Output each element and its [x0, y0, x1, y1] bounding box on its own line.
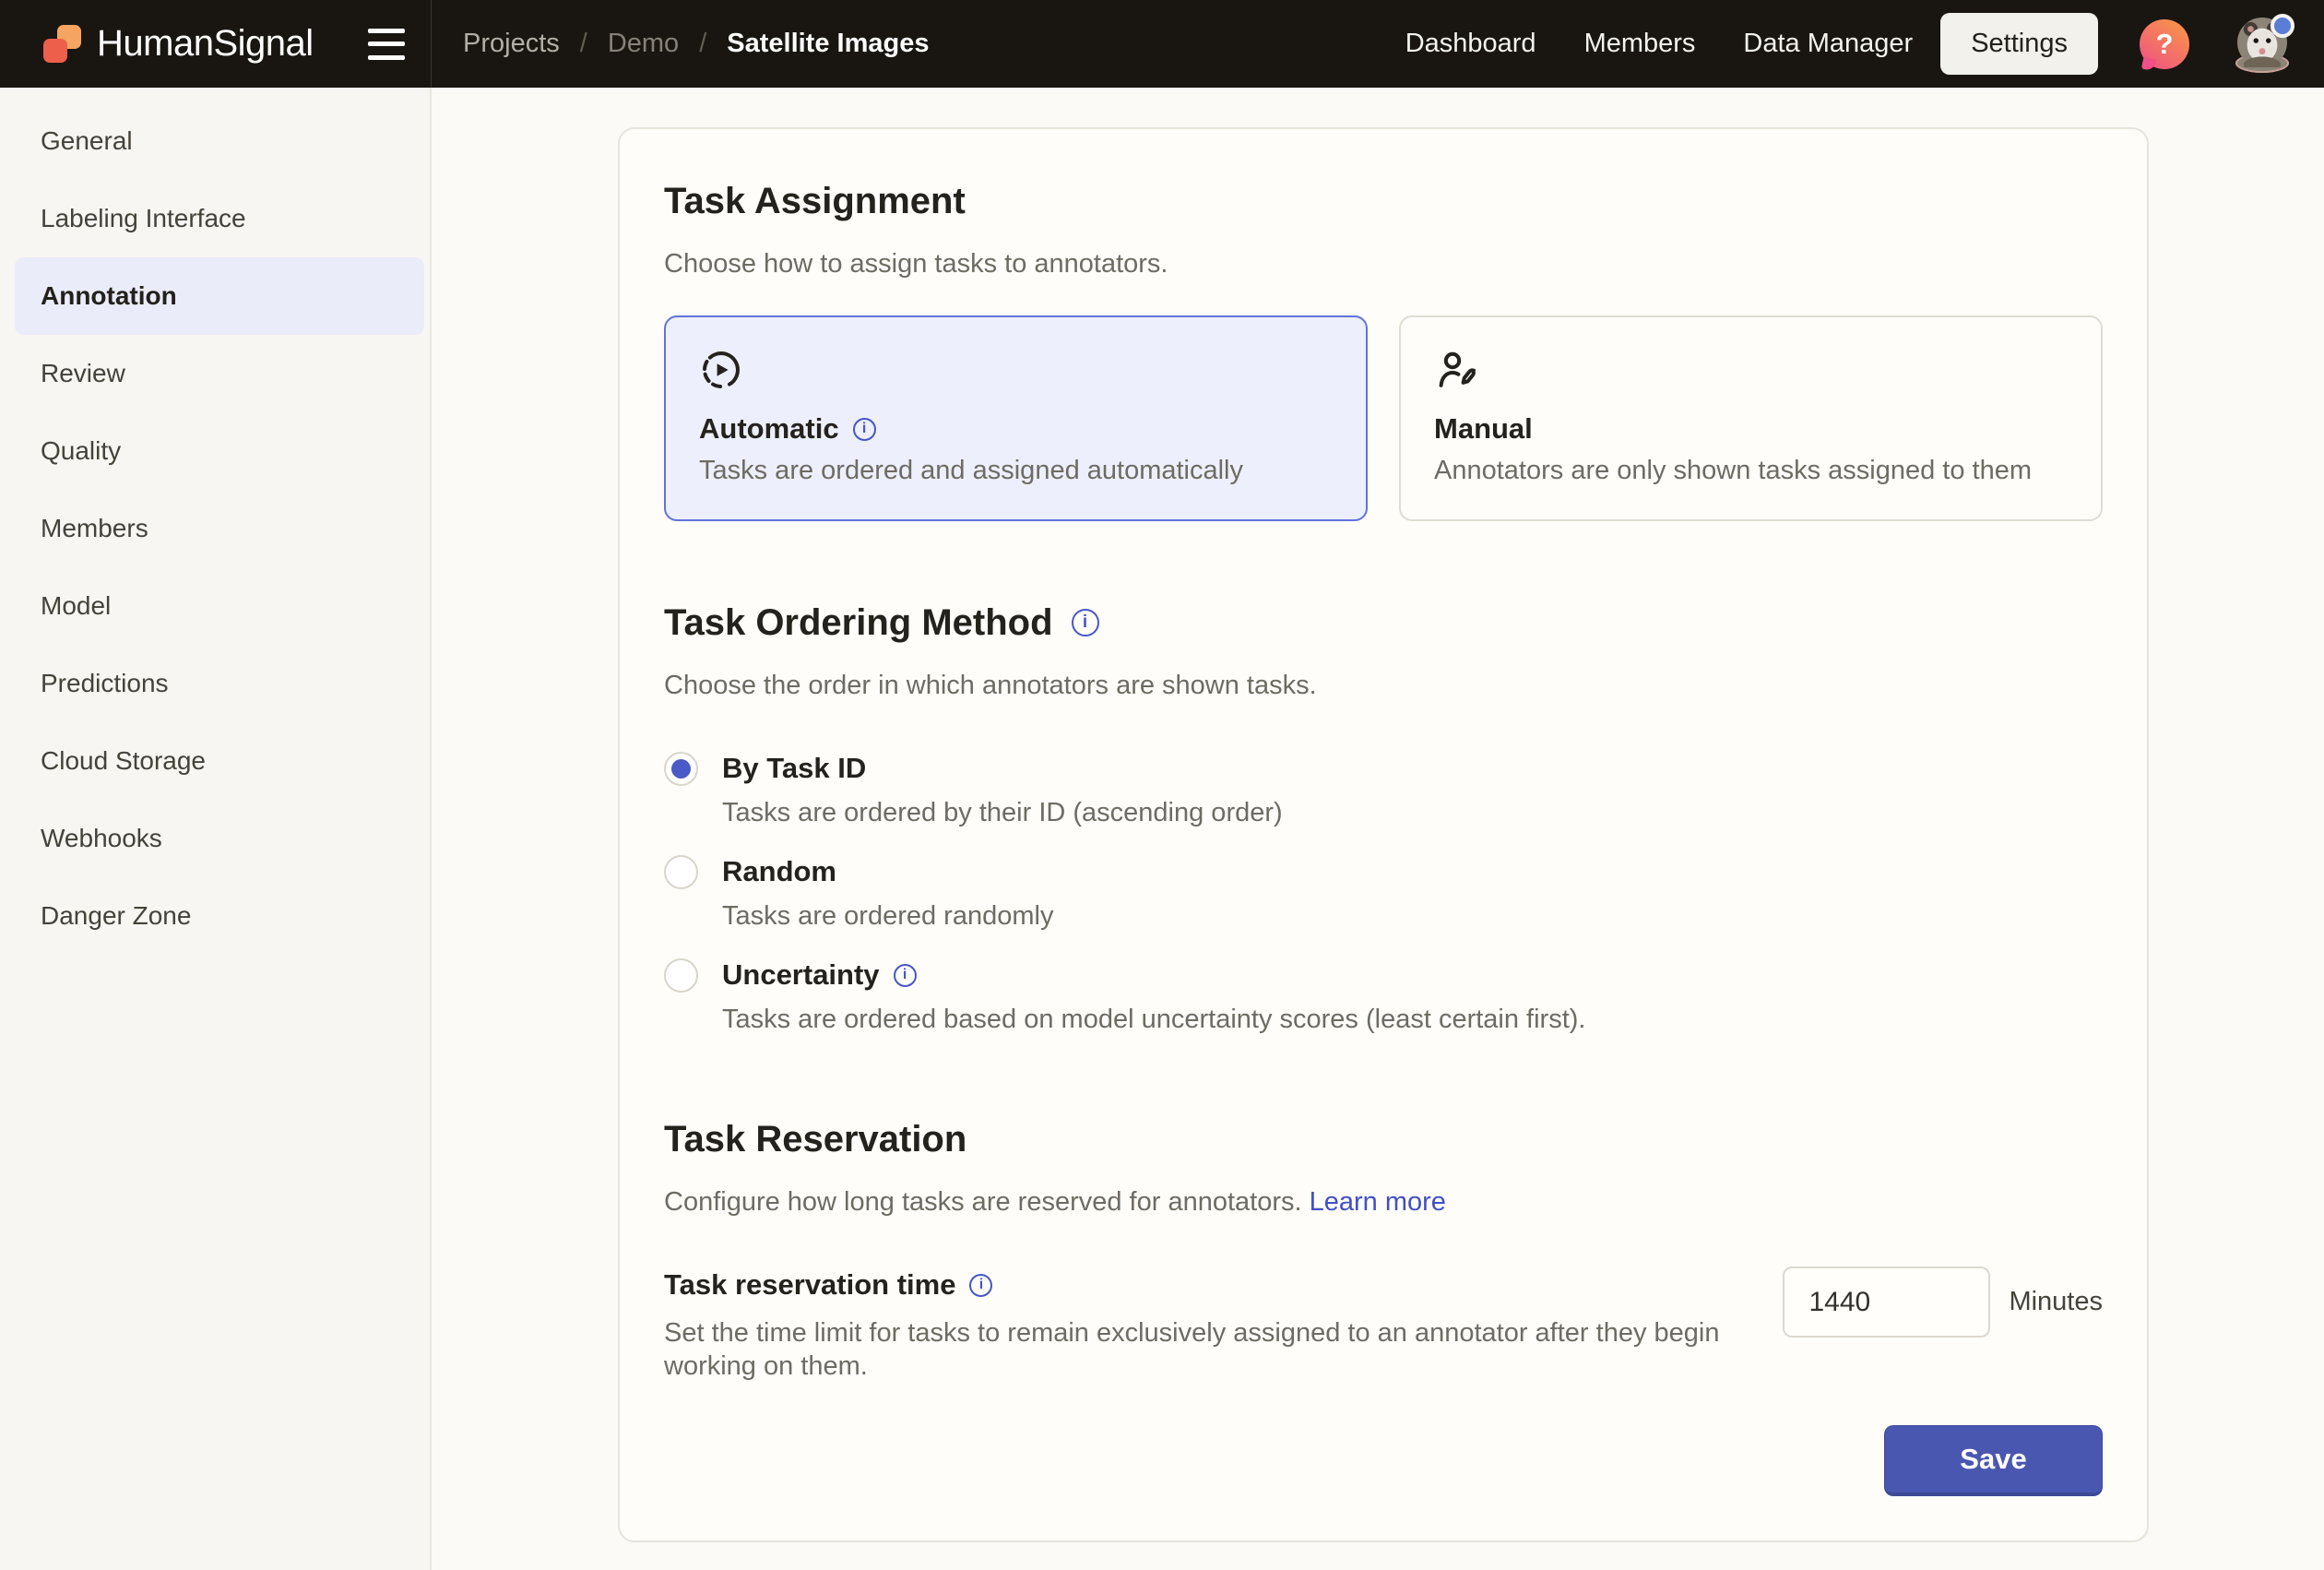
annotation-settings-panel: Task Assignment Choose how to assign tas…	[618, 127, 2149, 1542]
task-assignment-options: Automatic i Tasks are ordered and assign…	[664, 315, 2103, 521]
reservation-label-block: Task reservation time i Set the time lim…	[664, 1267, 1752, 1383]
sidebar-item-webhooks[interactable]: Webhooks	[0, 800, 430, 877]
radio-label: By Task ID	[722, 748, 866, 789]
assignment-option-manual[interactable]: Manual Annotators are only shown tasks a…	[1399, 315, 2103, 521]
menu-icon[interactable]	[368, 29, 405, 60]
ordering-option-random: Random Tasks are ordered randomly	[664, 851, 2103, 933]
reservation-time-input[interactable]	[1783, 1267, 1990, 1338]
task-ordering-subtitle: Choose the order in which annotators are…	[664, 669, 2103, 702]
help-button[interactable]: ?	[2140, 18, 2189, 70]
breadcrumb-separator: /	[699, 29, 706, 59]
radio-description: Tasks are ordered randomly	[722, 899, 2103, 933]
task-ordering-options: By Task ID Tasks are ordered by their ID…	[664, 748, 2103, 1036]
sidebar-item-quality[interactable]: Quality	[0, 412, 430, 490]
radio-uncertainty[interactable]	[664, 958, 698, 993]
task-reservation-subtitle: Configure how long tasks are reserved fo…	[664, 1185, 2103, 1219]
brand[interactable]: HumanSignal	[42, 23, 314, 65]
main-content: Task Assignment Choose how to assign tas…	[432, 88, 2324, 1570]
radio-description: Tasks are ordered based on model uncerta…	[722, 1003, 2103, 1036]
assignment-option-description: Annotators are only shown tasks assigned…	[1434, 456, 2068, 486]
sidebar-item-review[interactable]: Review	[0, 335, 430, 412]
app-root: HumanSignal Projects / Demo / Satellite …	[0, 0, 2324, 1570]
assignment-option-title: Automatic i	[699, 412, 1333, 446]
radio-description: Tasks are ordered by their ID (ascending…	[722, 796, 2103, 829]
breadcrumb-demo[interactable]: Demo	[608, 29, 679, 59]
info-icon[interactable]: i	[894, 964, 917, 987]
sidebar-item-cloud-storage[interactable]: Cloud Storage	[0, 722, 430, 800]
sidebar-item-annotation[interactable]: Annotation	[15, 257, 424, 335]
ordering-option-by-task-id: By Task ID Tasks are ordered by their ID…	[664, 748, 2103, 829]
top-nav: Dashboard Members Data Manager Settings …	[1358, 13, 2324, 75]
layout: General Labeling Interface Annotation Re…	[0, 88, 2324, 1570]
task-assignment-title: Task Assignment	[664, 179, 2103, 223]
presence-badge	[2271, 14, 2294, 38]
radio-label: Random	[722, 851, 836, 892]
help-bubble-icon: ?	[2140, 19, 2189, 69]
user-edit-icon	[1434, 348, 2068, 392]
task-ordering-title: Task Ordering Method i	[664, 601, 2103, 645]
breadcrumb: Projects / Demo / Satellite Images	[432, 29, 929, 59]
radio-by-task-id[interactable]	[664, 752, 698, 786]
radio-label: Uncertainty i	[722, 955, 917, 995]
save-button[interactable]: Save	[1884, 1425, 2103, 1496]
sidebar-item-general[interactable]: General	[0, 102, 430, 180]
opossum-avatar-icon	[2237, 54, 2287, 67]
info-icon[interactable]: i	[853, 418, 876, 441]
task-assignment-subtitle: Choose how to assign tasks to annotators…	[664, 247, 2103, 280]
top-bar: HumanSignal Projects / Demo / Satellite …	[0, 0, 2324, 88]
sidebar-item-danger-zone[interactable]: Danger Zone	[0, 877, 430, 955]
automatic-ordering-icon	[699, 348, 1333, 392]
task-reservation-title: Task Reservation	[664, 1117, 2103, 1161]
nav-data-manager[interactable]: Data Manager	[1743, 29, 1913, 59]
breadcrumb-current-page: Satellite Images	[727, 29, 929, 59]
reservation-setting-row: Task reservation time i Set the time lim…	[664, 1267, 2103, 1383]
sidebar-item-members[interactable]: Members	[0, 490, 430, 567]
sidebar-item-predictions[interactable]: Predictions	[0, 645, 430, 722]
settings-button[interactable]: Settings	[1940, 13, 2098, 75]
info-icon[interactable]: i	[1072, 609, 1099, 636]
sidebar-item-model[interactable]: Model	[0, 567, 430, 645]
ordering-option-uncertainty: Uncertainty i Tasks are ordered based on…	[664, 955, 2103, 1036]
save-row: Save	[664, 1425, 2103, 1496]
reservation-unit-label: Minutes	[2009, 1287, 2103, 1317]
assignment-option-automatic[interactable]: Automatic i Tasks are ordered and assign…	[664, 315, 1368, 521]
settings-sidebar: General Labeling Interface Annotation Re…	[0, 88, 432, 1570]
nav-dashboard[interactable]: Dashboard	[1405, 29, 1536, 59]
reservation-input-group: Minutes	[1783, 1267, 2103, 1338]
avatar-image	[2235, 54, 2289, 73]
user-avatar[interactable]	[2235, 18, 2289, 71]
breadcrumb-projects[interactable]: Projects	[463, 29, 560, 59]
brand-zone: HumanSignal	[0, 0, 432, 88]
sidebar-item-labeling-interface[interactable]: Labeling Interface	[0, 180, 430, 257]
reservation-time-description: Set the time limit for tasks to remain e…	[664, 1316, 1752, 1383]
brand-name: HumanSignal	[97, 23, 314, 65]
info-icon[interactable]: i	[969, 1274, 992, 1297]
nav-members[interactable]: Members	[1584, 29, 1696, 59]
assignment-option-title: Manual	[1434, 412, 2068, 446]
assignment-option-description: Tasks are ordered and assigned automatic…	[699, 456, 1333, 486]
reservation-time-label: Task reservation time i	[664, 1267, 1752, 1303]
breadcrumb-separator: /	[580, 29, 587, 59]
humansignal-logo-icon	[42, 23, 83, 65]
learn-more-link[interactable]: Learn more	[1310, 1187, 1446, 1217]
radio-random[interactable]	[664, 855, 698, 889]
